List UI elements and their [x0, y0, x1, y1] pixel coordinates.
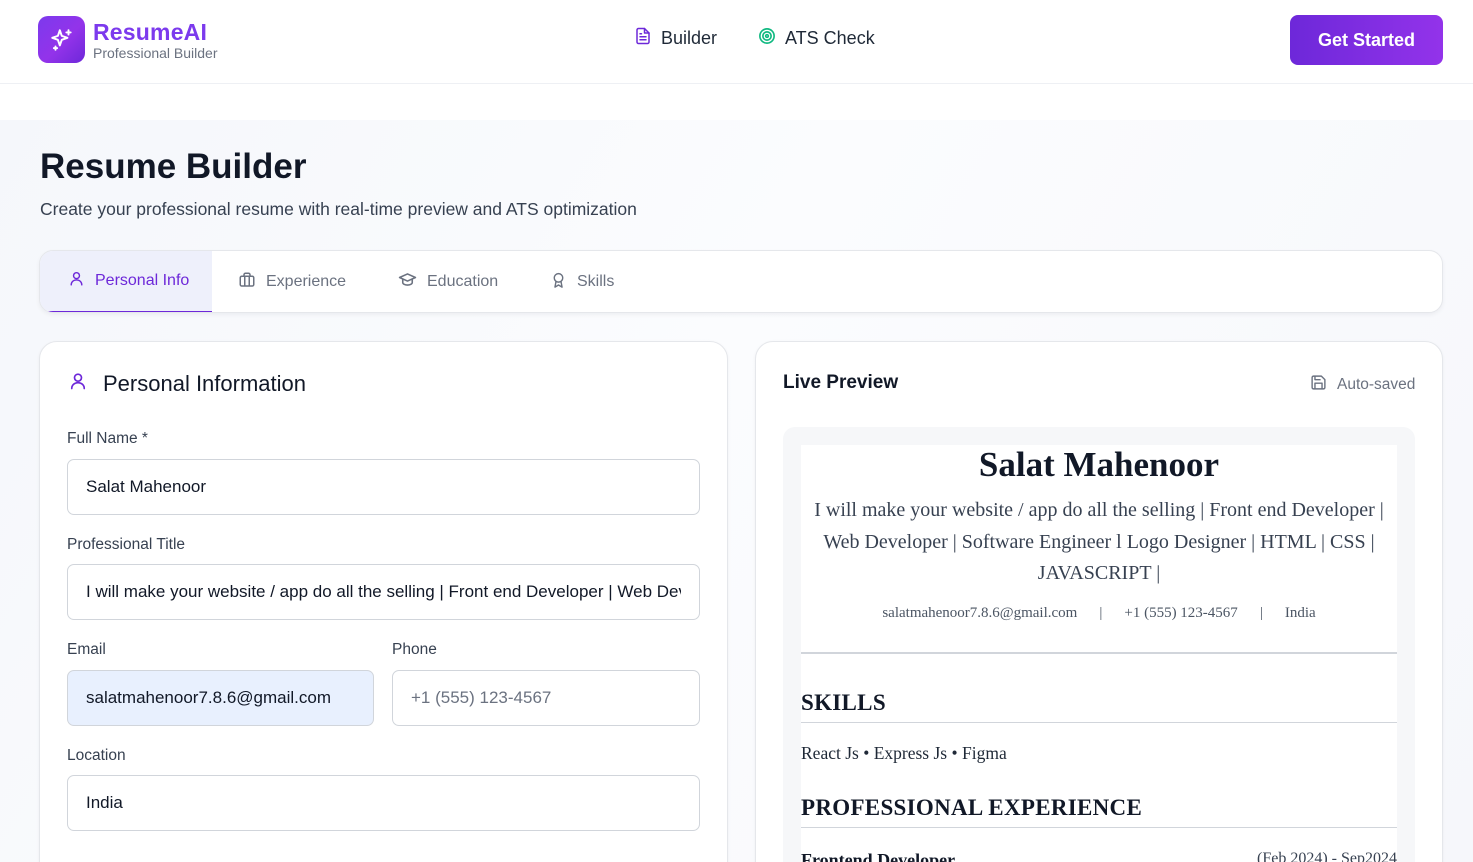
- full-name-label: Full Name *: [67, 430, 148, 447]
- award-icon: [550, 271, 567, 294]
- tab-personal-info-label: Personal Info: [95, 272, 190, 289]
- nav-builder-label: Builder: [661, 28, 718, 48]
- builder-tabs: Personal Info Experience Education Skill…: [39, 250, 1443, 313]
- resume-email: salatmahenoor7.8.6@gmail.com: [882, 605, 1078, 621]
- document-icon: [634, 27, 652, 50]
- graduation-cap-icon: [398, 270, 417, 294]
- resume-location: India: [1284, 605, 1316, 621]
- nav-ats-label: ATS Check: [785, 28, 875, 48]
- contact-separator: |: [1099, 605, 1103, 621]
- location-input[interactable]: [67, 775, 700, 831]
- resume-job-title: Frontend Developer: [801, 850, 956, 862]
- email-label: Email: [67, 641, 106, 658]
- resume-skills-heading: SKILLS: [801, 690, 1397, 723]
- logo-icon[interactable]: [38, 16, 85, 63]
- tab-experience[interactable]: Experience: [212, 251, 372, 312]
- resume-headline: I will make your website / app do all th…: [814, 499, 1384, 584]
- form-heading-text: Personal Information: [103, 371, 306, 396]
- autosave-text: Auto-saved: [1337, 376, 1416, 393]
- tab-education[interactable]: Education: [372, 251, 532, 312]
- resume-experience-heading: PROFESSIONAL EXPERIENCE: [801, 795, 1397, 828]
- brand-subtitle: Professional Builder: [93, 45, 218, 61]
- brand-name: ResumeAI: [93, 19, 208, 45]
- briefcase-icon: [238, 271, 256, 294]
- full-name-input[interactable]: [67, 459, 700, 515]
- user-icon: [68, 270, 85, 292]
- get-started-button[interactable]: Get Started: [1290, 15, 1443, 65]
- contact-separator: |: [1259, 605, 1263, 621]
- user-icon: [68, 371, 88, 397]
- live-preview-title: Live Preview: [783, 372, 899, 393]
- nav-ats-check[interactable]: ATS Check: [758, 27, 875, 50]
- page-subtitle: Create your professional resume with rea…: [40, 199, 637, 219]
- tab-skills[interactable]: Skills: [532, 251, 662, 312]
- phone-label: Phone: [392, 641, 437, 658]
- resume-phone: +1 (555) 123-4567: [1124, 605, 1238, 621]
- resume-contact: salatmahenoor7.8.6@gmail.com | +1 (555) …: [801, 605, 1397, 622]
- tab-skills-label: Skills: [577, 273, 615, 290]
- resume-divider: [801, 652, 1397, 654]
- location-label: Location: [67, 747, 126, 764]
- email-input[interactable]: [67, 670, 374, 726]
- phone-input[interactable]: [392, 670, 700, 726]
- tab-experience-label: Experience: [266, 273, 347, 290]
- top-header: ResumeAI Professional Builder Builder AT…: [0, 0, 1473, 84]
- professional-title-label: Professional Title: [67, 536, 186, 553]
- tab-personal-info[interactable]: Personal Info: [40, 251, 212, 312]
- resume-document: Salat Mahenoor I will make your website …: [801, 445, 1397, 862]
- page-title: Resume Builder: [40, 147, 307, 186]
- nav-builder[interactable]: Builder: [634, 27, 717, 50]
- resume-job-dates: (Feb 2024) - Sep2024: [1257, 850, 1397, 862]
- professional-title-input[interactable]: [67, 564, 700, 620]
- resume-name: Salat Mahenoor: [978, 445, 1220, 484]
- resume-skills-list: React Js • Express Js • Figma: [801, 743, 1007, 763]
- autosave-status: Auto-saved: [1310, 374, 1415, 396]
- tab-education-label: Education: [427, 273, 499, 290]
- target-icon: [758, 27, 776, 50]
- save-icon: [1310, 374, 1327, 396]
- form-heading: Personal Information: [68, 371, 306, 397]
